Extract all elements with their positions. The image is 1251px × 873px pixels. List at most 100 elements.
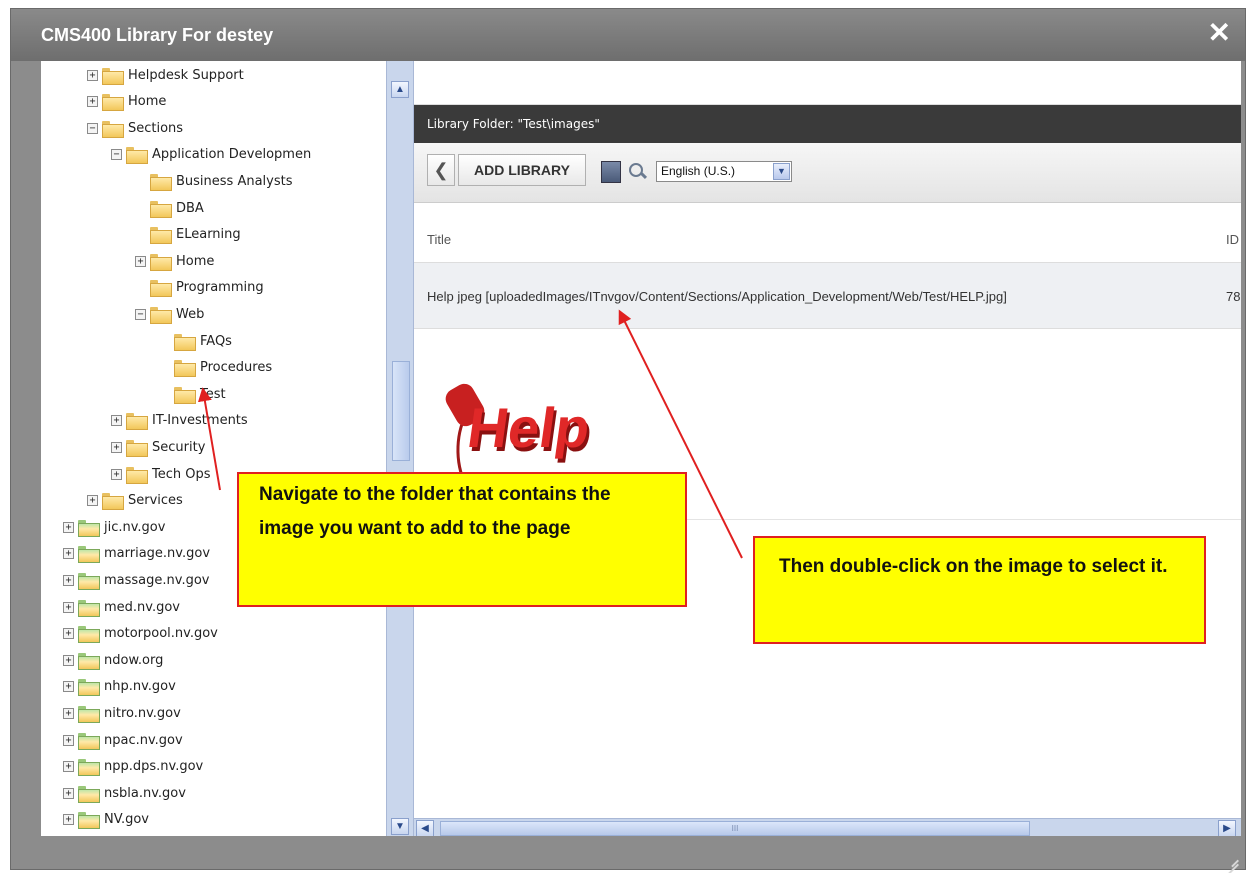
resize-grip-icon[interactable] — [1225, 851, 1239, 865]
search-icon[interactable] — [627, 161, 647, 183]
tree-item[interactable]: DBA — [135, 198, 204, 218]
site-folder-icon — [78, 519, 100, 537]
tree-item-label: Sections — [128, 120, 184, 136]
tree-item[interactable]: + med.nv.gov — [63, 597, 180, 617]
table-header: Title ID — [414, 203, 1241, 263]
scroll-right-icon[interactable]: ▶ — [1218, 820, 1236, 837]
expand-icon[interactable]: + — [63, 574, 74, 586]
tree-item[interactable]: + massage.nv.gov — [63, 570, 209, 590]
expand-icon[interactable]: + — [87, 69, 98, 81]
expand-icon[interactable]: + — [63, 521, 74, 533]
tree-item[interactable]: + nhp.nv.gov — [63, 677, 176, 697]
tree-item[interactable]: Procedures — [159, 358, 272, 378]
expand-icon[interactable]: + — [63, 707, 74, 719]
folder-icon — [102, 120, 124, 138]
column-header-title[interactable]: Title — [427, 232, 451, 247]
tree-item-label: motorpool.nv.gov — [104, 626, 218, 642]
tree-item[interactable]: + nitro.nv.gov — [63, 703, 181, 723]
tree-item-label: Home — [176, 253, 215, 269]
expand-icon[interactable]: + — [111, 441, 122, 453]
tree-item[interactable]: + npac.nv.gov — [63, 730, 183, 750]
collapse-icon[interactable]: − — [135, 308, 146, 320]
expand-icon[interactable]: + — [63, 628, 74, 640]
scroll-left-icon[interactable]: ◀ — [416, 820, 434, 837]
tree-item[interactable]: + npp.dps.nv.gov — [63, 757, 203, 777]
expand-icon[interactable]: + — [63, 601, 74, 613]
tree-item-label: marriage.nv.gov — [104, 546, 211, 562]
tree-item[interactable]: Programming — [135, 278, 264, 298]
table-row[interactable]: Help jpeg [uploadedImages/ITnvgov/Conten… — [414, 263, 1241, 329]
horizontal-scrollbar[interactable]: ◀ III ▶ — [414, 818, 1241, 838]
tree-item[interactable]: + Security — [111, 437, 205, 457]
expand-icon[interactable]: + — [63, 787, 74, 799]
tree-item[interactable]: + ndow.org — [63, 650, 163, 670]
tree-item-label: DBA — [176, 200, 204, 216]
row-title[interactable]: Help jpeg [uploadedImages/ITnvgov/Conten… — [427, 289, 1007, 304]
tree-item[interactable]: Business Analysts — [135, 171, 293, 191]
tree-item[interactable]: FAQs — [159, 331, 232, 351]
folder-icon — [150, 173, 172, 191]
tree-item[interactable]: + Helpdesk Support — [87, 65, 244, 85]
folder-icon — [126, 439, 148, 457]
chevron-down-icon[interactable]: ▼ — [773, 163, 790, 180]
tree-item[interactable]: + marriage.nv.gov — [63, 544, 210, 564]
expand-icon[interactable]: + — [135, 255, 146, 267]
folder-icon — [102, 67, 124, 85]
tree-scrollbar[interactable]: ▲ ▼ — [386, 61, 414, 838]
tree-item-label: nhp.nv.gov — [104, 679, 176, 695]
tree-item-label: ELearning — [176, 227, 241, 243]
expand-icon[interactable]: + — [63, 814, 74, 826]
site-folder-icon — [78, 652, 100, 670]
folder-icon — [150, 253, 172, 271]
expand-icon[interactable]: + — [63, 548, 74, 560]
tree-item[interactable]: − Application Developmen — [111, 145, 311, 165]
site-folder-icon — [78, 705, 100, 723]
upload-icon[interactable] — [601, 161, 621, 183]
dialog-title: CMS400 Library For destey — [41, 25, 274, 45]
tree-item[interactable]: + NV.gov — [63, 810, 149, 830]
horizontal-scroll-thumb[interactable]: III — [440, 821, 1030, 836]
tree-item-label: Procedures — [200, 360, 273, 376]
tree-item[interactable]: + Tech Ops — [111, 464, 211, 484]
expand-icon[interactable]: + — [111, 468, 122, 480]
tree-item-label: nitro.nv.gov — [104, 705, 181, 721]
dialog-titlebar[interactable]: CMS400 Library For destey ✕ — [11, 9, 1245, 61]
expand-icon[interactable]: + — [63, 654, 74, 666]
back-button[interactable]: ❮ — [427, 154, 455, 186]
library-folder-header: Library Folder: "Test\images" — [414, 105, 1241, 143]
scroll-up-icon[interactable]: ▲ — [391, 81, 409, 98]
tree-item-label: IT-Investments — [152, 413, 248, 429]
folder-icon — [150, 200, 172, 218]
collapse-icon[interactable]: − — [87, 122, 98, 134]
folder-icon — [102, 493, 124, 511]
column-header-id[interactable]: ID — [1226, 232, 1239, 247]
tree-item[interactable]: − Web — [135, 304, 204, 324]
folder-icon — [174, 360, 196, 378]
library-panel: Library Folder: "Test\images" ❮ ADD LIBR… — [414, 61, 1241, 838]
tree-item[interactable]: + nsbla.nv.gov — [63, 783, 186, 803]
tree-item[interactable]: ELearning — [135, 225, 241, 245]
tree-item[interactable]: + IT-Investments — [111, 411, 248, 431]
tree-item-label: Business Analysts — [176, 173, 293, 189]
collapse-icon[interactable]: − — [111, 149, 122, 161]
expand-icon[interactable]: + — [87, 495, 98, 507]
expand-icon[interactable]: + — [63, 681, 74, 693]
tree-item[interactable]: Test — [159, 384, 226, 404]
scroll-down-icon[interactable]: ▼ — [391, 818, 409, 835]
tree-item[interactable]: + Services — [87, 491, 183, 511]
expand-icon[interactable]: + — [87, 96, 98, 108]
expand-icon[interactable]: + — [111, 415, 122, 427]
expand-icon[interactable]: + — [63, 761, 74, 773]
language-select[interactable]: English (U.S.) ▼ — [656, 161, 792, 182]
tree-item-label: Test — [200, 386, 226, 402]
tree-item[interactable]: + jic.nv.gov — [63, 517, 165, 537]
expand-icon[interactable]: + — [63, 734, 74, 746]
tree-item[interactable]: + Home — [87, 92, 166, 112]
tree-item-label: Tech Ops — [152, 466, 211, 482]
close-icon[interactable]: ✕ — [1208, 19, 1231, 47]
tree-item[interactable]: + motorpool.nv.gov — [63, 624, 218, 644]
tree-item[interactable]: + Home — [135, 251, 214, 271]
add-library-button[interactable]: ADD LIBRARY — [458, 154, 586, 186]
tree-item[interactable]: − Sections — [87, 118, 183, 138]
tree-scroll-thumb[interactable] — [392, 361, 410, 461]
